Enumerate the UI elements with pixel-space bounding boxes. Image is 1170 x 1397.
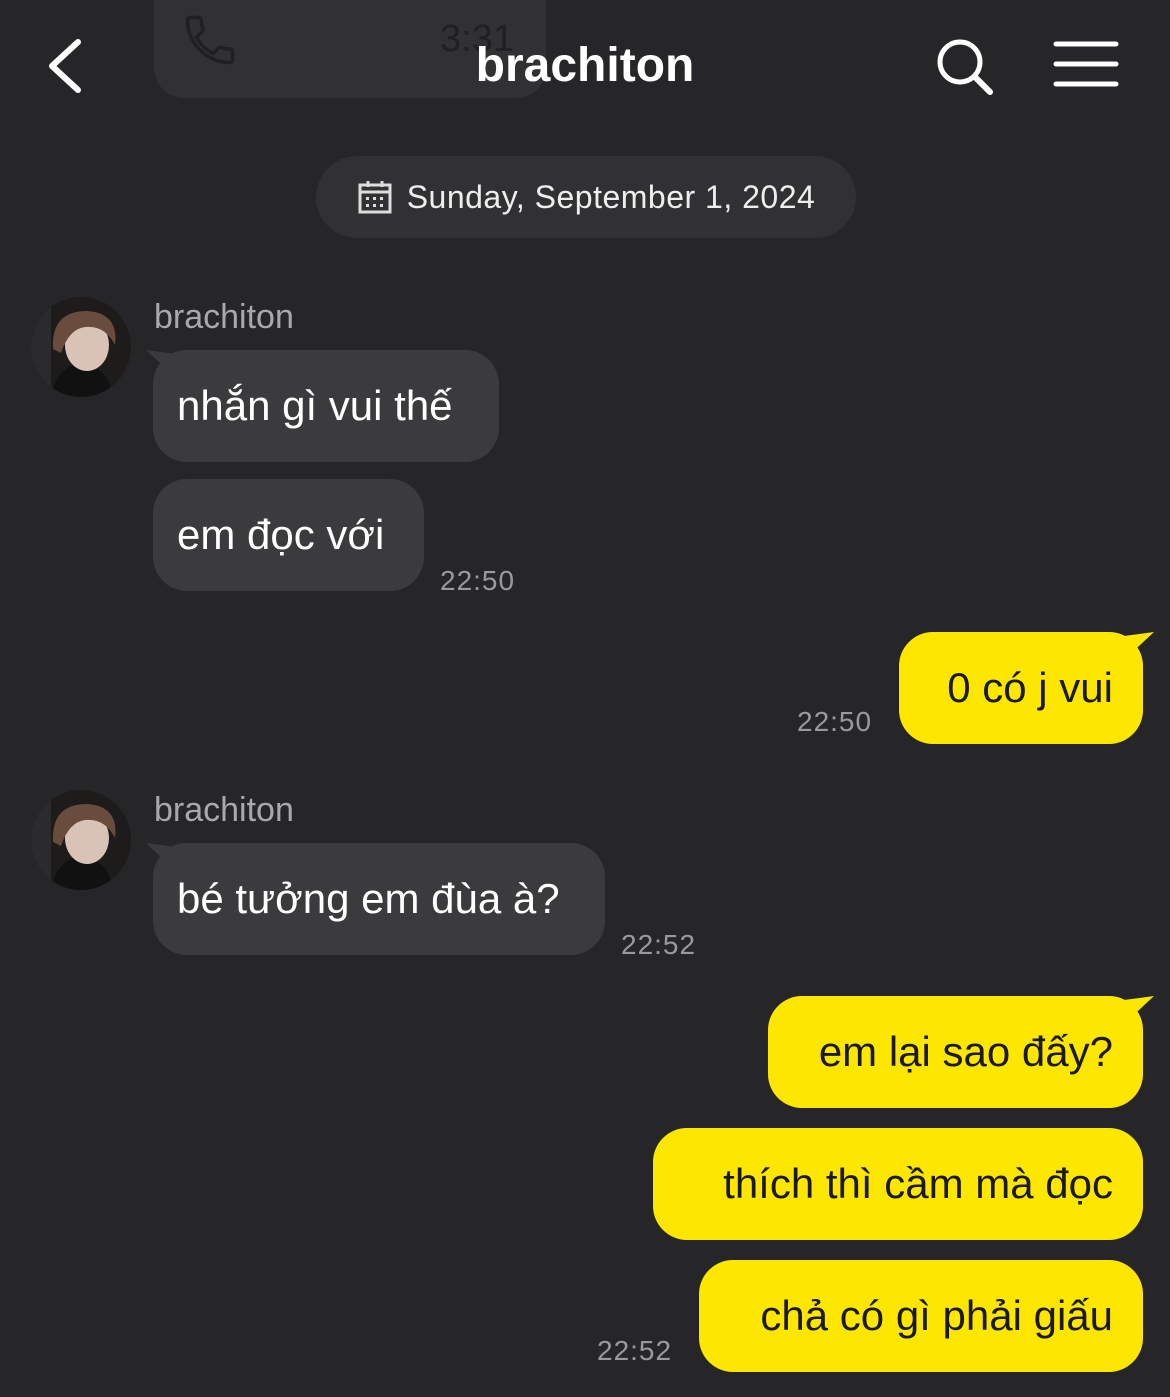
message-timestamp: 22:50 [797,706,873,737]
message-bubble-incoming[interactable]: em đọc với [153,479,424,591]
avatar-photo [31,297,131,397]
message-bubble-incoming[interactable]: nhắn gì vui thế [153,350,499,462]
search-icon [937,39,993,95]
avatar[interactable] [31,297,131,397]
message-bubble-outgoing[interactable]: thích thì cầm mà đọc [653,1128,1143,1240]
sender-name: brachiton [154,298,294,336]
date-label: Sunday, September 1, 2024 [406,178,816,215]
menu-button[interactable] [1052,40,1122,92]
avatar[interactable] [31,790,131,890]
date-divider: Sunday, September 1, 2024 [316,156,856,238]
search-button[interactable] [934,36,996,98]
message-bubble-incoming[interactable]: bé tưởng em đùa à? [153,843,605,955]
sender-name: brachiton [154,791,294,829]
calendar-icon [358,181,392,214]
avatar-photo [31,790,131,890]
message-timestamp: 22:52 [621,929,697,960]
message-bubble-outgoing[interactable]: 0 có j vui [899,632,1143,744]
message-bubble-outgoing[interactable]: chả có gì phải giấu [699,1260,1143,1372]
hamburger-menu-icon [1053,41,1119,87]
message-timestamp: 22:50 [440,565,516,596]
message-timestamp: 22:52 [597,1335,673,1366]
message-bubble-outgoing[interactable]: em lại sao đấy? [768,996,1143,1108]
